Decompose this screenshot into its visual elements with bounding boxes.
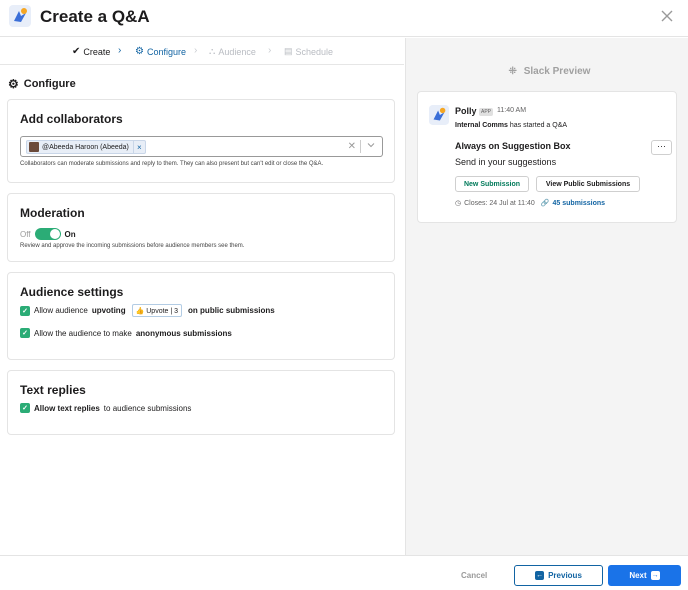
collaborators-heading: Add collaborators: [20, 112, 123, 126]
more-actions-button[interactable]: ···: [651, 140, 672, 155]
gear-icon: ⚙: [8, 77, 19, 91]
moderation-toggle[interactable]: [34, 228, 61, 240]
upvote-chip: 👍 Upvote | 3: [131, 304, 183, 317]
bot-name: Polly: [455, 106, 477, 116]
collaborators-card: Add collaborators @Abeeda Haroon (Abeeda…: [7, 99, 395, 183]
previous-button[interactable]: ← Previous: [514, 565, 603, 586]
step-configure[interactable]: ⚙ Configure: [135, 46, 186, 57]
qa-subtitle: Send in your suggestions: [455, 157, 557, 167]
text-replies-option: ✓ Allow text replies to audience submiss…: [20, 403, 191, 413]
next-button[interactable]: Next →: [608, 565, 681, 586]
gear-icon: ⚙: [135, 46, 144, 57]
off-label: Off: [20, 229, 31, 239]
moderation-card: Moderation Off On Review and approve the…: [7, 193, 395, 262]
view-public-submissions-button[interactable]: View Public Submissions: [536, 176, 640, 192]
divider: [360, 140, 361, 153]
on-label: On: [64, 229, 76, 239]
modal-header: Create a Q&A: [0, 0, 688, 37]
clock-icon: ◷: [455, 200, 462, 207]
chevron-right-icon: ›: [268, 45, 272, 56]
chevron-right-icon: ›: [194, 45, 198, 56]
remove-chip-icon[interactable]: ×: [132, 140, 145, 154]
collaborators-help: Collaborators can moderate submissions a…: [20, 161, 324, 167]
qa-title: Always on Suggestion Box: [455, 141, 571, 151]
upvoting-checkbox[interactable]: ✓: [20, 305, 30, 316]
cancel-button[interactable]: Cancel: [461, 571, 487, 580]
closes-info: ◷ Closes: 24 Jul at 11:40 🔗 45 submissio…: [455, 199, 606, 208]
step-schedule: ▤ Schedule: [284, 46, 334, 57]
stepper: ✔ Create › ⚙ Configure › ⛬ Audience › ▤ …: [0, 38, 404, 65]
chevron-right-icon: ›: [118, 45, 122, 56]
polly-logo-icon: [9, 5, 31, 27]
collaborators-select[interactable]: @Abeeda Haroon (Abeeda) × ✕: [20, 136, 383, 157]
chevron-down-icon[interactable]: [366, 140, 376, 150]
text-replies-heading: Text replies: [20, 383, 86, 397]
audience-settings-heading: Audience settings: [20, 285, 124, 299]
avatar: [29, 142, 39, 152]
link-icon: 🔗: [540, 200, 550, 207]
arrow-right-icon: →: [650, 571, 660, 580]
modal-footer: Cancel ← Previous Next →: [0, 555, 688, 590]
polly-avatar-icon: [429, 105, 449, 125]
slack-message-card: Polly APP 11:40 AM Internal Comms has st…: [417, 91, 677, 223]
anonymous-checkbox[interactable]: ✓: [20, 328, 30, 338]
moderation-help: Review and approve the incoming submissi…: [20, 243, 245, 249]
upvoting-option: ✓ Allow audience upvoting 👍 Upvote | 3 o…: [20, 304, 275, 317]
collaborator-chip: @Abeeda Haroon (Abeeda) ×: [26, 140, 146, 154]
close-icon[interactable]: [660, 9, 674, 23]
anonymous-option: ✓ Allow the audience to make anonymous s…: [20, 328, 232, 338]
slack-preview-pane: ⁜ Slack Preview Polly APP 11:40 AM Inter…: [405, 38, 688, 555]
message-line: Internal Comms has started a Q&A: [455, 122, 568, 129]
message-time: 11:40 AM: [497, 107, 527, 114]
text-replies-checkbox[interactable]: ✓: [20, 403, 30, 413]
arrow-left-icon: ←: [535, 571, 545, 580]
slack-icon: ⁜: [508, 66, 517, 77]
configure-pane: ✔ Create › ⚙ Configure › ⛬ Audience › ▤ …: [0, 38, 404, 555]
check-icon: ✔: [72, 46, 81, 57]
audience-settings-card: Audience settings ✓ Allow audience upvot…: [7, 272, 395, 360]
clear-icon[interactable]: ✕: [348, 141, 356, 152]
section-title: ⚙ Configure: [8, 77, 76, 91]
people-icon: ⛬: [209, 46, 216, 56]
moderation-heading: Moderation: [20, 206, 85, 220]
step-create[interactable]: ✔ Create: [72, 46, 110, 57]
page-title: Create a Q&A: [40, 7, 150, 26]
moderation-toggle-row: Off On: [20, 228, 76, 240]
text-replies-card: Text replies ✓ Allow text replies to aud…: [7, 370, 395, 435]
step-audience: ⛬ Audience: [209, 46, 256, 57]
preview-title: ⁜ Slack Preview: [508, 66, 591, 77]
calendar-icon: ▤: [284, 46, 293, 56]
submissions-link[interactable]: 45 submissions: [553, 200, 606, 207]
app-badge: APP: [479, 108, 494, 116]
new-submission-button[interactable]: New Submission: [455, 176, 529, 192]
